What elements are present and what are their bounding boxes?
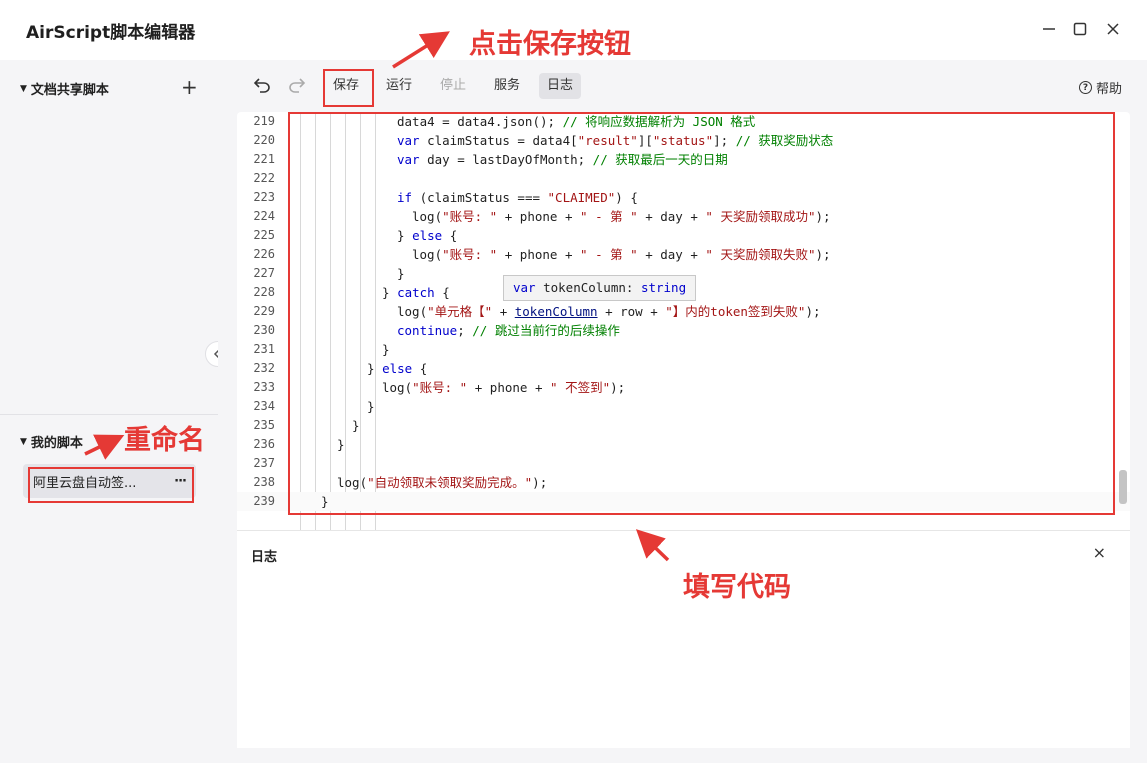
app-title: AirScript脚本编辑器 bbox=[26, 23, 196, 43]
code-text: log("账号: " + phone + " - 第 " + day + " 天… bbox=[412, 247, 831, 262]
code-text: var claimStatus = data4["result"]["statu… bbox=[397, 133, 834, 148]
code-annotation: 填写代码 bbox=[683, 572, 791, 603]
close-log-icon[interactable]: × bbox=[1093, 543, 1106, 562]
code-line: 230 continue; // 跳过当前行的后续操作 bbox=[253, 323, 620, 338]
code-line: 239} bbox=[237, 492, 1130, 511]
shared-scripts-header[interactable]: ▼ 文档共享脚本 bbox=[20, 79, 109, 98]
code-text: } bbox=[352, 418, 360, 433]
code-line: 229 log("单元格【" + tokenColumn + row + "】内的… bbox=[253, 304, 821, 319]
code-text: continue; // 跳过当前行的后续操作 bbox=[397, 323, 620, 338]
help-label: 帮助 bbox=[1095, 82, 1122, 97]
code-text: log("账号: " + phone + " 不签到"); bbox=[382, 380, 626, 395]
close-icon[interactable] bbox=[1099, 16, 1127, 42]
code-line: 236} bbox=[253, 437, 345, 452]
code-editor[interactable]: 219 data4 = data4.json(); // 将响应数据解析为 JSO… bbox=[237, 112, 1130, 530]
more-options-icon[interactable]: ··· bbox=[174, 474, 187, 489]
code-text: } bbox=[382, 342, 390, 357]
code-text: } bbox=[337, 437, 345, 452]
code-text: log("自动领取未领取奖励完成。"); bbox=[337, 475, 548, 490]
redo-icon[interactable] bbox=[288, 75, 306, 98]
sidebar: ▼ 文档共享脚本 + ▼ 我的脚本 阿里云盘自动签... ··· bbox=[0, 60, 218, 763]
help-icon: ? bbox=[1078, 81, 1092, 94]
run-button[interactable]: 运行 bbox=[378, 73, 420, 99]
log-button[interactable]: 日志 bbox=[539, 73, 582, 99]
code-line: 221 var day = lastDayOfMonth; // 获取最后一天的日… bbox=[253, 152, 728, 167]
code-text: } bbox=[321, 494, 329, 509]
caret-down-icon: ▼ bbox=[20, 83, 27, 94]
editor-scrollbar[interactable] bbox=[1119, 470, 1127, 504]
code-line: 225} else { bbox=[253, 228, 458, 243]
save-annotation: 点击保存按钮 bbox=[469, 29, 631, 60]
code-line: 222 bbox=[253, 171, 275, 185]
toolbar: 保存 运行 停止 服务 日志 ? 帮助 bbox=[218, 60, 1147, 112]
shared-scripts-label: 文档共享脚本 bbox=[30, 83, 109, 98]
minimize-icon[interactable] bbox=[1035, 16, 1063, 42]
my-scripts-header[interactable]: ▼ 我的脚本 bbox=[20, 432, 83, 451]
code-line: 223 if (claimStatus === "CLAIMED") { bbox=[253, 190, 638, 205]
code-text: } bbox=[367, 399, 375, 414]
code-text: log("账号: " + phone + " - 第 " + day + " 天… bbox=[412, 209, 831, 224]
sidebar-divider bbox=[0, 414, 218, 415]
log-panel: 日志 × bbox=[237, 530, 1130, 748]
script-item[interactable]: 阿里云盘自动签... ··· bbox=[23, 464, 196, 498]
add-script-icon[interactable]: + bbox=[181, 77, 198, 97]
code-line: 235} bbox=[253, 418, 360, 433]
code-text: } else { bbox=[367, 361, 428, 376]
my-scripts-label: 我的脚本 bbox=[30, 436, 83, 451]
caret-down-icon: ▼ bbox=[20, 436, 27, 447]
code-text: } catch { bbox=[382, 285, 450, 300]
code-text: log("单元格【" + tokenColumn + row + "】内的tok… bbox=[397, 304, 821, 319]
code-line: 232} else { bbox=[253, 361, 428, 376]
code-line: 220 var claimStatus = data4["result"]["st… bbox=[253, 133, 834, 148]
code-line: 226 log("账号: " + phone + " - 第 " + day + … bbox=[253, 247, 831, 262]
log-panel-title: 日志 bbox=[251, 550, 278, 565]
code-line: 234} bbox=[253, 399, 375, 414]
save-button[interactable]: 保存 bbox=[325, 73, 367, 99]
code-text: data4 = data4.json(); // 将响应数据解析为 JSON 格… bbox=[397, 114, 756, 129]
maximize-icon[interactable] bbox=[1066, 16, 1094, 42]
code-text: } else { bbox=[397, 228, 458, 243]
code-line: 233 log("账号: " + phone + " 不签到"); bbox=[253, 380, 626, 395]
code-text: } bbox=[397, 266, 405, 281]
undo-icon[interactable] bbox=[253, 75, 271, 98]
stop-button[interactable]: 停止 bbox=[432, 73, 474, 99]
code-line: 224 log("账号: " + phone + " - 第 " + day + … bbox=[253, 209, 831, 224]
code-line: 238 log("自动领取未领取奖励完成。"); bbox=[253, 475, 548, 490]
code-text: if (claimStatus === "CLAIMED") { bbox=[397, 190, 638, 205]
code-line: 237 bbox=[253, 456, 275, 470]
service-button[interactable]: 服务 bbox=[486, 73, 528, 99]
code-text: var day = lastDayOfMonth; // 获取最后一天的日期 bbox=[397, 152, 728, 167]
code-line: 231} bbox=[253, 342, 390, 357]
code-line: 219 data4 = data4.json(); // 将响应数据解析为 JSO… bbox=[253, 114, 756, 129]
rename-annotation: 重命名 bbox=[124, 425, 205, 456]
hover-tooltip: var tokenColumn: string bbox=[503, 275, 697, 301]
script-item-name: 阿里云盘自动签... bbox=[33, 475, 137, 491]
help-button[interactable]: ? 帮助 bbox=[1078, 78, 1122, 97]
